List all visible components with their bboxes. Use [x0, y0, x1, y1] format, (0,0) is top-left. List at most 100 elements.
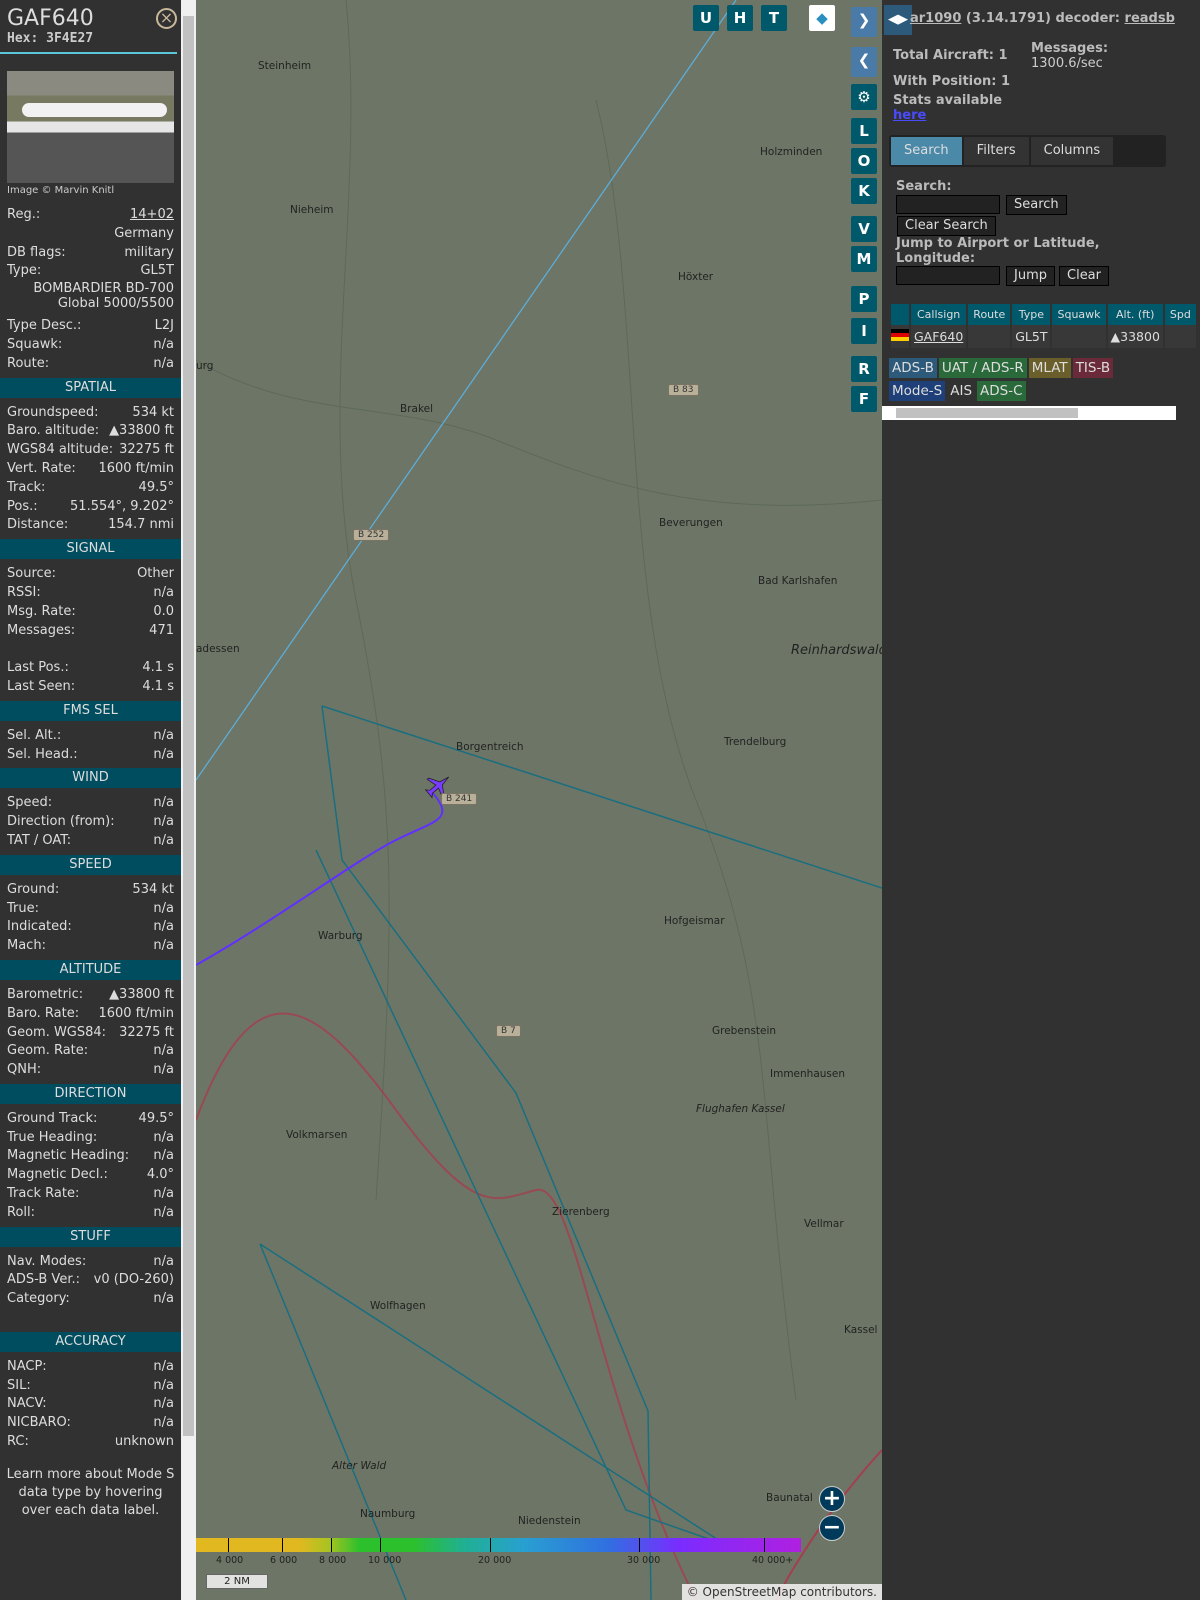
- info-label[interactable]: Track Rate:: [7, 1185, 79, 1204]
- settings-gear-icon[interactable]: ⚙: [851, 84, 877, 110]
- info-label[interactable]: Roll:: [7, 1204, 35, 1223]
- info-label[interactable]: Sel. Alt.:: [7, 727, 61, 746]
- info-label[interactable]: Magnetic Decl.:: [7, 1166, 108, 1185]
- map-button-r[interactable]: R: [851, 356, 877, 382]
- info-label[interactable]: SIL:: [7, 1377, 31, 1396]
- left-panel-scrollbar[interactable]: [181, 0, 196, 1600]
- info-label[interactable]: Magnetic Heading:: [7, 1147, 129, 1166]
- zoom-in-button[interactable]: +: [819, 1486, 845, 1512]
- jump-input[interactable]: [896, 266, 1000, 285]
- layers-icon[interactable]: ◆: [809, 5, 835, 31]
- source-uat-ads-r: UAT / ADS-R: [938, 358, 1027, 378]
- info-label[interactable]: TAT / OAT:: [7, 832, 71, 851]
- info-label[interactable]: Groundspeed:: [7, 404, 98, 423]
- map-button-o[interactable]: O: [851, 148, 877, 174]
- jump-button[interactable]: Jump: [1006, 266, 1055, 286]
- info-label[interactable]: Ground:: [7, 881, 59, 900]
- map-button-m[interactable]: M: [851, 246, 877, 272]
- expand-right-icon[interactable]: ❯: [851, 7, 877, 37]
- map-button-f[interactable]: F: [851, 386, 877, 412]
- info-label[interactable]: QNH:: [7, 1061, 41, 1080]
- info-label[interactable]: Category:: [7, 1290, 70, 1309]
- search-input[interactable]: [896, 195, 1000, 214]
- info-label[interactable]: Barometric:: [7, 986, 83, 1005]
- decoder-link[interactable]: readsb: [1125, 11, 1175, 26]
- map-button-k[interactable]: K: [851, 178, 877, 204]
- info-label[interactable]: Last Seen:: [7, 678, 75, 697]
- column-header-route[interactable]: Route: [968, 304, 1011, 325]
- info-label[interactable]: Direction (from):: [7, 813, 115, 832]
- toggle-sidebar-icon[interactable]: ◀▶: [884, 5, 912, 35]
- map-button-t[interactable]: T: [761, 5, 787, 31]
- info-label[interactable]: Geom. WGS84:: [7, 1024, 106, 1043]
- info-row: Roll: n/a: [0, 1204, 181, 1223]
- info-value: unknown: [114, 1434, 174, 1450]
- table-horizontal-scrollbar[interactable]: [882, 406, 1176, 420]
- table-row[interactable]: GAF640 GL5T ▲33800: [891, 325, 1196, 348]
- info-label[interactable]: Geom. Rate:: [7, 1042, 88, 1061]
- map-button-i[interactable]: I: [851, 318, 877, 344]
- search-button[interactable]: Search: [1006, 195, 1067, 215]
- close-icon[interactable]: ×: [156, 8, 177, 29]
- info-label[interactable]: True:: [7, 900, 39, 919]
- info-label[interactable]: Distance:: [7, 516, 68, 535]
- info-label[interactable]: RC:: [7, 1433, 29, 1452]
- info-label[interactable]: Msg. Rate:: [7, 603, 76, 622]
- info-value: 1600 ft/min: [98, 460, 174, 476]
- info-label[interactable]: Speed:: [7, 794, 52, 813]
- info-label[interactable]: Pos.:: [7, 498, 38, 517]
- aircraft-photo[interactable]: [7, 71, 174, 183]
- info-label[interactable]: Mach:: [7, 937, 46, 956]
- info-row: Category: n/a: [0, 1290, 181, 1309]
- registration-link[interactable]: 14+02: [130, 206, 174, 225]
- map-button-l[interactable]: L: [851, 118, 877, 144]
- map[interactable]: Steinheim Holzminden Nieheim Höxter Brakel Be…: [196, 0, 882, 1600]
- zoom-out-button[interactable]: −: [819, 1515, 845, 1541]
- info-value: n/a: [153, 1043, 174, 1059]
- info-label[interactable]: NICBARO:: [7, 1414, 71, 1433]
- info-label[interactable]: Ground Track:: [7, 1110, 97, 1129]
- info-label[interactable]: Track:: [7, 479, 45, 498]
- info-label[interactable]: WGS84 altitude:: [7, 441, 113, 460]
- info-value: 4.1 s: [142, 660, 174, 676]
- tab-search[interactable]: Search: [891, 137, 962, 165]
- map-button-h[interactable]: H: [727, 5, 753, 31]
- column-header-spd[interactable]: Spd: [1164, 304, 1196, 325]
- row-callsign[interactable]: GAF640: [914, 329, 963, 344]
- aircraft-table: Callsign Route Type Squawk Alt. (ft) Spd GAF6…: [889, 304, 1198, 348]
- info-label[interactable]: Baro. Rate:: [7, 1005, 79, 1024]
- info-label[interactable]: Baro. altitude:: [7, 422, 99, 441]
- info-label[interactable]: Vert. Rate:: [7, 460, 76, 479]
- column-header-callsign[interactable]: Callsign: [911, 304, 967, 325]
- info-label[interactable]: NACP:: [7, 1358, 47, 1377]
- clear-search-button[interactable]: Clear Search: [897, 216, 996, 236]
- info-label[interactable]: Source:: [7, 565, 56, 584]
- map-button-p[interactable]: P: [851, 286, 877, 312]
- osm-link[interactable]: OpenStreetMap: [703, 1585, 797, 1599]
- collapse-left-icon[interactable]: ❮: [851, 47, 877, 77]
- info-label[interactable]: Nav. Modes:: [7, 1253, 86, 1272]
- tab-columns[interactable]: Columns: [1030, 137, 1114, 165]
- clear-button[interactable]: Clear: [1059, 266, 1109, 286]
- column-header-flag[interactable]: [891, 304, 909, 325]
- info-label[interactable]: Last Pos.:: [7, 659, 69, 678]
- stats-text: Stats available: [893, 93, 1003, 108]
- info-label[interactable]: True Heading:: [7, 1129, 97, 1148]
- info-label[interactable]: ADS-B Ver.:: [7, 1271, 80, 1290]
- legend-tick-label: 40 000+: [752, 1555, 794, 1566]
- type-name-line1: BOMBARDIER BD-700: [33, 281, 174, 297]
- stats-here-link[interactable]: here: [893, 108, 926, 123]
- map-button-v[interactable]: V: [851, 216, 877, 242]
- info-label[interactable]: Sel. Head.:: [7, 746, 78, 765]
- info-label[interactable]: NACV:: [7, 1395, 47, 1414]
- map-button-u[interactable]: U: [693, 5, 719, 31]
- info-label[interactable]: RSSI:: [7, 584, 41, 603]
- title-link[interactable]: ar1090: [910, 11, 961, 26]
- info-row: Geom. Rate: n/a: [0, 1042, 181, 1061]
- column-header-type[interactable]: Type: [1012, 304, 1051, 325]
- info-label[interactable]: Indicated:: [7, 918, 72, 937]
- column-header-alt-ft[interactable]: Alt. (ft): [1107, 304, 1163, 325]
- tab-filters[interactable]: Filters: [963, 137, 1029, 165]
- column-header-squawk[interactable]: Squawk: [1052, 304, 1106, 325]
- info-label[interactable]: Messages:: [7, 622, 75, 641]
